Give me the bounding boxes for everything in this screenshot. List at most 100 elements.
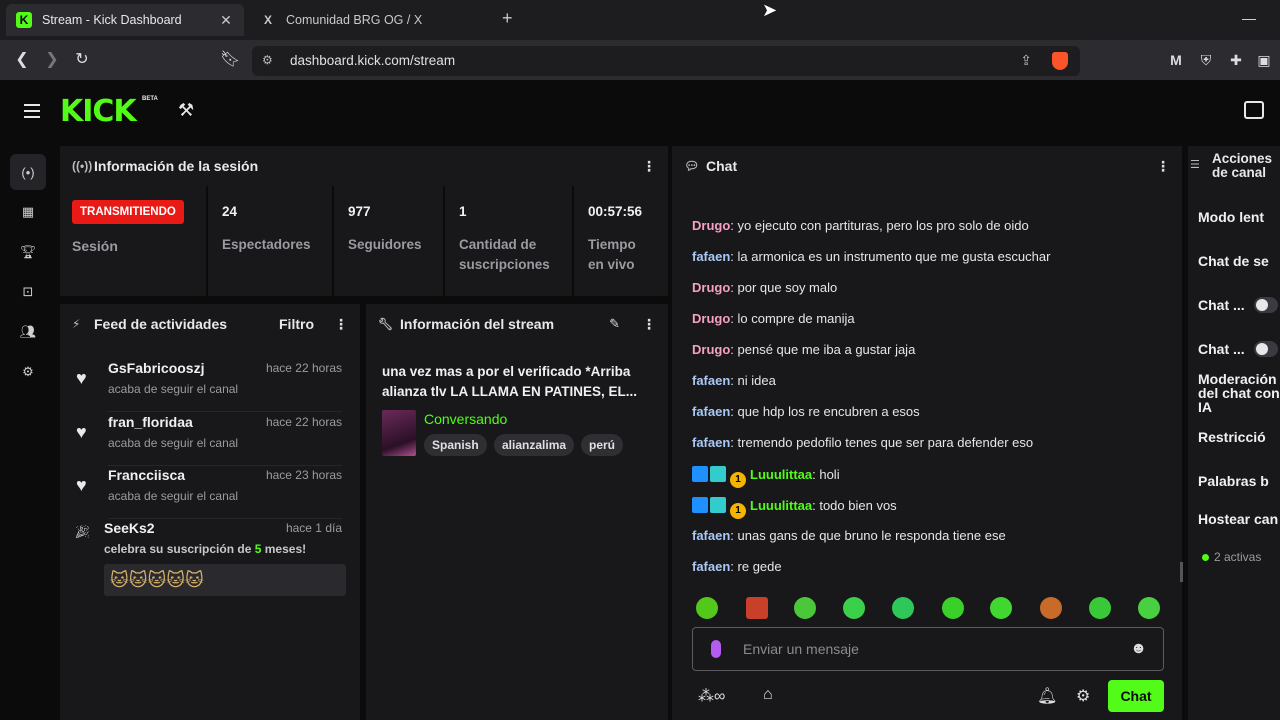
hammer-icon[interactable]: ⚒ <box>178 100 194 121</box>
community-icon[interactable]: 👥︎ <box>10 314 46 350</box>
moderation-icon[interactable]: ⊡ <box>10 274 46 310</box>
menu-icon[interactable] <box>24 104 40 122</box>
session-info-panel: ((•)) Información de la sesión ⋮ TRANSMI… <box>60 146 668 302</box>
back-icon[interactable]: ❮ <box>12 50 32 70</box>
filter-button[interactable]: Filtro <box>279 316 314 332</box>
tag[interactable]: perú <box>581 434 624 456</box>
site-info-icon[interactable]: ⚙ <box>262 53 273 67</box>
chat-input[interactable]: Enviar un mensaje ☻ <box>692 627 1164 671</box>
emote-icon[interactable] <box>990 597 1012 619</box>
chat-username[interactable]: Drugo <box>692 311 730 326</box>
minimize-window-button[interactable]: — <box>1242 10 1256 26</box>
chat-username[interactable]: Drugo <box>692 342 730 357</box>
action-chat-mode[interactable]: Chat de se <box>1198 254 1269 268</box>
emoji-picker-icon[interactable]: ☻ <box>1130 640 1147 658</box>
more-options-icon[interactable]: ⋮ <box>1156 158 1170 175</box>
points-icon[interactable]: ⁂∞ <box>698 686 725 706</box>
close-tab-icon[interactable]: ✕ <box>218 12 234 29</box>
chat-settings-icon[interactable]: ⚙ <box>1076 686 1090 706</box>
category-name[interactable]: Conversando <box>424 411 507 427</box>
analytics-icon[interactable]: ▦ <box>10 194 46 230</box>
vip-badge-icon <box>710 466 726 482</box>
chat-username[interactable]: fafaen <box>692 435 730 450</box>
microphone-icon[interactable] <box>711 640 721 658</box>
stat-subscriptions: 1 Cantidad de suscripciones <box>443 186 572 302</box>
extension-m-icon[interactable]: M <box>1167 51 1185 69</box>
tag[interactable]: Spanish <box>424 434 487 456</box>
share-icon[interactable]: ⇪ <box>1020 52 1032 69</box>
chat-message: Drugo: pensé que me iba a gustar jaja <box>692 342 916 357</box>
trophy-icon[interactable]: 🏆︎ <box>10 234 46 270</box>
emote-icon[interactable] <box>843 597 865 619</box>
emote-icon[interactable] <box>696 597 718 619</box>
toggle-switch[interactable] <box>1254 341 1278 357</box>
tab-kick-dashboard[interactable]: K Stream - Kick Dashboard ✕ <box>6 4 244 36</box>
action-host-channel[interactable]: Hostear can <box>1198 512 1278 526</box>
follower-name[interactable]: fran_floridaa <box>108 414 193 430</box>
emote-icon[interactable] <box>892 597 914 619</box>
feed-time: hace 1 día <box>285 521 342 535</box>
chat-message: 1 Luuulittaa: holi <box>692 466 840 488</box>
more-options-icon[interactable]: ⋮ <box>642 316 656 333</box>
notification-bell-icon[interactable]: 🔔︎ <box>1037 686 1057 706</box>
chat-username[interactable]: fafaen <box>692 528 730 543</box>
sidebar-panel-icon[interactable]: ▣ <box>1255 51 1273 69</box>
chat-username[interactable]: Luuulittaa <box>750 498 812 513</box>
panel-title: Chat <box>706 158 738 174</box>
emote-icon[interactable] <box>794 597 816 619</box>
kick-logo[interactable]: KICK <box>60 94 137 129</box>
new-tab-button[interactable]: + <box>502 8 513 29</box>
shop-icon[interactable]: ⌂ <box>763 686 773 704</box>
stat-value: 1 <box>459 204 467 219</box>
edit-pencil-icon[interactable]: ✎ <box>609 316 620 332</box>
chat-message: fafaen: re gede <box>692 559 782 574</box>
chat-username[interactable]: Drugo <box>692 280 730 295</box>
action-banned-words[interactable]: Palabras b <box>1198 474 1269 488</box>
url-text: dashboard.kick.com/stream <box>290 53 456 68</box>
chat-username[interactable]: fafaen <box>692 249 730 264</box>
bookmark-icon[interactable]: 🔖︎ <box>220 50 240 70</box>
follower-name[interactable]: GsFabricooszj <box>108 360 204 376</box>
more-options-icon[interactable]: ⋮ <box>642 158 656 175</box>
tab-title: Comunidad BRG OG / X <box>286 13 423 27</box>
action-ai-moderation[interactable]: Moderación del chat con IA <box>1198 372 1280 414</box>
panel-title: Información del stream <box>400 316 555 332</box>
emote-icon[interactable] <box>1138 597 1160 619</box>
chat-username[interactable]: fafaen <box>692 373 730 388</box>
follower-name[interactable]: Francciisca <box>108 467 185 483</box>
subscriber-name[interactable]: SeeKs2 <box>104 520 155 536</box>
active-hosts[interactable]: 2 activas <box>1202 550 1261 564</box>
heart-icon: ♥ <box>76 422 87 442</box>
address-bar[interactable]: ⚙ dashboard.kick.com/stream ⇪ <box>252 46 1080 76</box>
panel-header: ⚡ Feed de actividades Filtro ⋮ <box>60 304 360 344</box>
chat-username[interactable]: Drugo <box>692 218 730 233</box>
send-chat-button[interactable]: Chat <box>1108 680 1164 712</box>
chat-username[interactable]: Luuulittaa <box>750 467 812 482</box>
chat-text: todo bien vos <box>819 498 897 513</box>
reload-icon[interactable]: ↻ <box>72 50 92 70</box>
emote-icon[interactable] <box>746 597 768 619</box>
chat-message: fafaen: unas gans de que bruno le respon… <box>692 528 1006 543</box>
extensions-puzzle-icon[interactable]: ✚ <box>1227 51 1245 69</box>
settings-gear-icon[interactable]: ⚙ <box>10 354 46 390</box>
chat-message: fafaen: que hdp los re encubren a esos <box>692 404 920 419</box>
chat-username[interactable]: fafaen <box>692 404 730 419</box>
emote-strip: 🐱🐱🐱🐱🐱 <box>104 564 346 596</box>
more-options-icon[interactable]: ⋮ <box>334 316 348 333</box>
stream-broadcast-icon[interactable]: (•) <box>10 154 46 190</box>
action-restrictions[interactable]: Restricció <box>1198 430 1266 444</box>
emote-icon[interactable] <box>1040 597 1062 619</box>
chat-username[interactable]: fafaen <box>692 559 730 574</box>
extension-shield-icon[interactable]: ⛨ <box>1197 51 1215 69</box>
tag[interactable]: alianzalima <box>494 434 575 456</box>
toggle-switch[interactable] <box>1254 297 1278 313</box>
feed-time: hace 22 horas <box>265 361 342 375</box>
emote-icon[interactable] <box>942 597 964 619</box>
forward-icon[interactable]: ❯ <box>42 50 62 70</box>
tab-comunidad-x[interactable]: X Comunidad BRG OG / X <box>250 4 490 36</box>
store-icon[interactable] <box>1244 101 1264 119</box>
brave-shield-icon[interactable] <box>1052 52 1068 70</box>
action-slow-mode[interactable]: Modo lent <box>1198 210 1264 224</box>
chat-scrollbar[interactable] <box>1180 562 1183 582</box>
emote-icon[interactable] <box>1089 597 1111 619</box>
